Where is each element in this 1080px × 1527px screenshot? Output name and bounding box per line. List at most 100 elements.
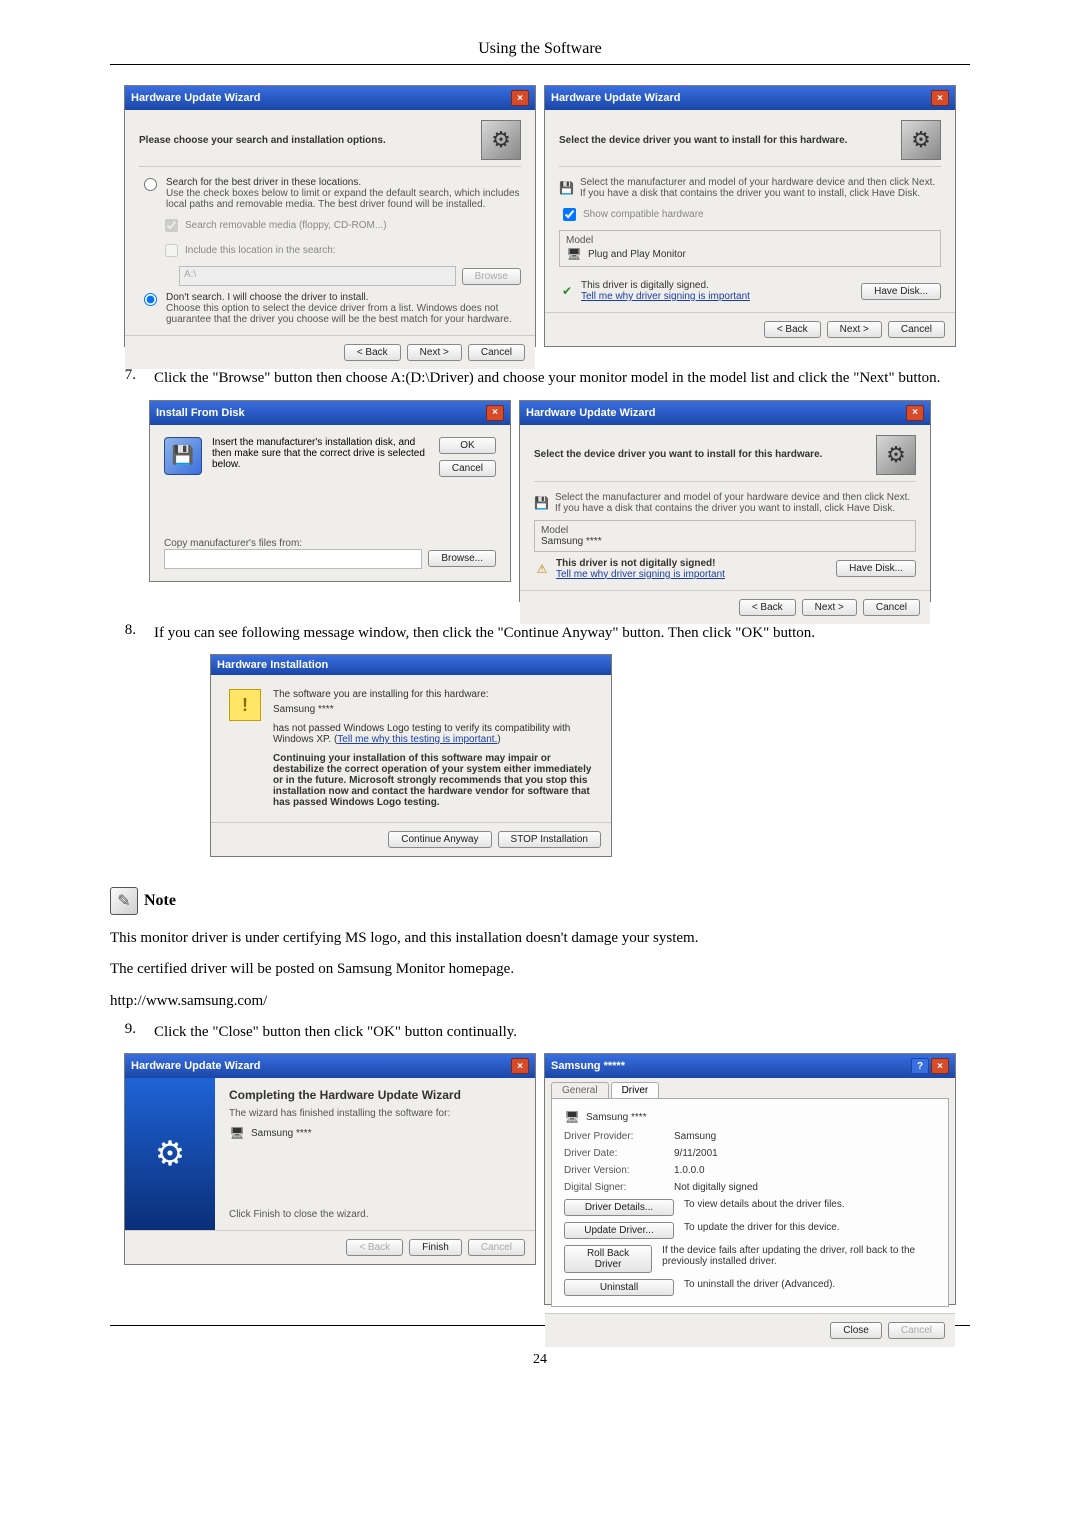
update-driver-desc: To update the driver for this device. — [684, 1222, 840, 1239]
location-path-field: A:\ — [179, 266, 456, 286]
monitor-icon: 🖥 — [564, 1109, 580, 1125]
radio-dont-search[interactable] — [144, 293, 157, 306]
monitor-icon: 🖥 — [566, 246, 582, 262]
next-button[interactable]: Next > — [407, 344, 462, 361]
close-icon[interactable]: × — [486, 405, 504, 421]
completing-line2: Click Finish to close the wizard. — [229, 1209, 521, 1220]
chk-removable-media — [165, 219, 178, 232]
cancel-button[interactable]: Cancel — [863, 599, 920, 616]
signing-link[interactable]: Tell me why driver signing is important — [581, 291, 750, 302]
radio-search-locations[interactable] — [144, 178, 157, 191]
title-text: Hardware Installation — [217, 659, 328, 671]
driver-details-button[interactable]: Driver Details... — [564, 1199, 674, 1216]
date-label: Driver Date: — [564, 1148, 664, 1159]
version-label: Driver Version: — [564, 1165, 664, 1176]
model-item[interactable]: Samsung **** — [541, 536, 909, 547]
page-number: 24 — [110, 1352, 970, 1368]
back-button[interactable]: < Back — [764, 321, 821, 338]
tab-driver[interactable]: Driver — [611, 1082, 660, 1098]
wizard-heading: Select the device driver you want to ins… — [534, 449, 868, 460]
have-disk-button[interactable]: Have Disk... — [861, 283, 941, 300]
step-8: 8. If you can see following message wind… — [110, 622, 970, 645]
titlebar: Hardware Update Wizard × — [520, 401, 930, 425]
title-text: Samsung ***** — [551, 1060, 625, 1072]
signer-label: Digital Signer: — [564, 1182, 664, 1193]
copy-from-field[interactable] — [164, 549, 422, 569]
step-7-text: Click the "Browse" button then choose A:… — [154, 367, 970, 390]
tab-general[interactable]: General — [551, 1082, 609, 1098]
back-button[interactable]: < Back — [739, 599, 796, 616]
close-icon[interactable]: × — [931, 90, 949, 106]
step-7: 7. Click the "Browse" button then choose… — [110, 367, 970, 390]
wizard-icon: ⚙ — [901, 120, 941, 160]
dialog-row-3: Hardware Update Wizard × ⚙ Completing th… — [110, 1053, 970, 1305]
hw-device: Samsung **** — [273, 704, 593, 715]
warning-icon: ! — [229, 689, 261, 721]
step-8-text: If you can see following message window,… — [154, 622, 970, 645]
close-icon[interactable]: × — [511, 90, 529, 106]
chip-icon: 💾 — [534, 495, 549, 511]
roll-back-driver-button[interactable]: Roll Back Driver — [564, 1245, 652, 1273]
uninstall-button[interactable]: Uninstall — [564, 1279, 674, 1296]
titlebar: Hardware Update Wizard × — [545, 86, 955, 110]
continue-anyway-button[interactable]: Continue Anyway — [388, 831, 491, 848]
chk-show-compatible[interactable] — [563, 208, 576, 221]
header-rule — [110, 64, 970, 65]
wizard-icon: ⚙ — [481, 120, 521, 160]
have-disk-button[interactable]: Have Disk... — [836, 560, 916, 577]
model-item[interactable]: Plug and Play Monitor — [588, 249, 686, 260]
hw-bold-warning: Continuing your installation of this sof… — [273, 753, 593, 808]
driver-properties-dialog: Samsung ***** ? × General Driver 🖥 Samsu… — [544, 1053, 956, 1305]
note-paragraph-1: This monitor driver is under certifying … — [110, 927, 970, 950]
select-desc: Select the manufacturer and model of you… — [580, 177, 941, 199]
completing-wizard-dialog: Hardware Update Wizard × ⚙ Completing th… — [124, 1053, 536, 1265]
wizard-heading: Please choose your search and installati… — [139, 135, 473, 146]
cancel-button[interactable]: Cancel — [439, 460, 496, 477]
titlebar: Install From Disk × — [150, 401, 510, 425]
close-icon[interactable]: × — [931, 1058, 949, 1074]
uninstall-desc: To uninstall the driver (Advanced). — [684, 1279, 835, 1296]
radio-dont-search-desc: Choose this option to select the device … — [166, 303, 521, 325]
roll-back-desc: If the device fails after updating the d… — [662, 1245, 936, 1273]
signed-icon: ✔ — [559, 283, 575, 299]
provider-value: Samsung — [674, 1131, 716, 1142]
dialog-row-1: Hardware Update Wizard × Please choose y… — [110, 85, 970, 347]
next-button[interactable]: Next > — [827, 321, 882, 338]
close-button[interactable]: Close — [830, 1322, 882, 1339]
back-button: < Back — [346, 1239, 403, 1256]
help-icon[interactable]: ? — [911, 1058, 929, 1074]
back-button[interactable]: < Back — [344, 344, 401, 361]
finish-button[interactable]: Finish — [409, 1239, 462, 1256]
note-icon: ✎ — [110, 887, 138, 915]
completing-heading: Completing the Hardware Update Wizard — [229, 1088, 521, 1102]
cancel-button[interactable]: Cancel — [888, 321, 945, 338]
titlebar: Samsung ***** ? × — [545, 1054, 955, 1078]
date-value: 9/11/2001 — [674, 1148, 718, 1159]
note-paragraph-2: The certified driver will be posted on S… — [110, 958, 970, 981]
cancel-button[interactable]: Cancel — [468, 344, 525, 361]
chk-include-location — [165, 244, 178, 257]
wizard-banner-icon: ⚙ — [155, 1134, 185, 1174]
close-icon[interactable]: × — [511, 1058, 529, 1074]
titlebar: Hardware Installation — [211, 655, 611, 675]
signing-link[interactable]: Tell me why driver signing is important — [556, 569, 725, 580]
step-9: 9. Click the "Close" button then click "… — [110, 1021, 970, 1044]
warning-icon: ⚠ — [534, 561, 550, 577]
update-driver-button[interactable]: Update Driver... — [564, 1222, 674, 1239]
signer-value: Not digitally signed — [674, 1182, 758, 1193]
ok-button[interactable]: OK — [439, 437, 496, 454]
hw-testing-link[interactable]: Tell me why this testing is important. — [337, 734, 497, 745]
chk-include-label: Include this location in the search: — [185, 245, 336, 256]
close-icon[interactable]: × — [906, 405, 924, 421]
stop-installation-button[interactable]: STOP Installation — [498, 831, 601, 848]
browse-button[interactable]: Browse... — [428, 550, 496, 567]
title-text: Install From Disk — [156, 407, 245, 419]
hardware-update-wizard-select-signed: Hardware Update Wizard × Select the devi… — [544, 85, 956, 347]
browse-button: Browse — [462, 268, 521, 285]
monitor-icon: 🖥 — [229, 1125, 245, 1141]
page-header-title: Using the Software — [110, 40, 970, 58]
next-button[interactable]: Next > — [802, 599, 857, 616]
step-9-number: 9. — [110, 1021, 136, 1044]
completing-line1: The wizard has finished installing the s… — [229, 1108, 521, 1119]
title-text: Hardware Update Wizard — [131, 92, 261, 104]
